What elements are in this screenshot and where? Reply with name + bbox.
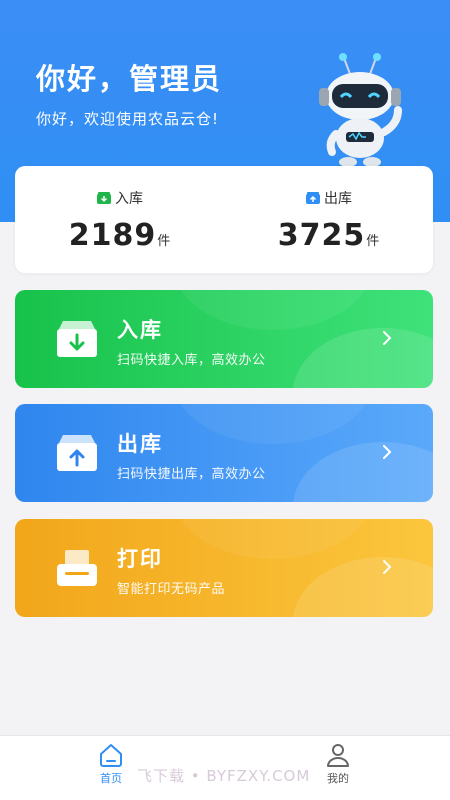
- tab-home[interactable]: 首页: [76, 742, 146, 786]
- tab-home-label: 首页: [100, 772, 122, 785]
- stat-outbound-value: 3725: [277, 218, 366, 253]
- printer-icon: [57, 550, 97, 586]
- outbound-card-button[interactable]: 出库 扫码快捷出库，高效办公: [15, 404, 433, 502]
- outbound-card-desc: 扫码快捷出库，高效办公: [117, 467, 266, 482]
- tab-me-label: 我的: [327, 772, 349, 785]
- stat-outbound: 出库 3725 件: [224, 188, 433, 253]
- stat-inbound: 入库 2189 件: [15, 188, 224, 253]
- stat-outbound-unit: 件: [366, 234, 380, 249]
- robot-mascot-icon: [319, 53, 402, 167]
- greeting-title: 你好，管理员: [36, 62, 223, 96]
- print-card-title: 打印: [117, 547, 163, 571]
- stat-inbound-value: 2189: [68, 218, 157, 253]
- user-icon: [327, 744, 349, 767]
- tab-me[interactable]: 我的: [303, 742, 373, 786]
- chevron-right-icon: [383, 331, 392, 345]
- watermark-text: 飞下载 • BYFZXY.COM: [137, 767, 311, 785]
- home-icon: [100, 744, 122, 767]
- print-card-desc: 智能打印无码产品: [117, 582, 226, 597]
- inbound-card-button[interactable]: 入库 扫码快捷入库，高效办公: [15, 290, 433, 388]
- inbound-card-desc: 扫码快捷入库，高效办公: [117, 353, 266, 368]
- stat-inbound-label: 入库: [115, 191, 143, 207]
- print-card-button[interactable]: 打印 智能打印无码产品: [15, 519, 433, 617]
- greeting-subtitle: 你好，欢迎使用农品云仓!: [36, 110, 220, 128]
- box-up-arrow-icon: [57, 435, 97, 471]
- box-in-icon: [97, 192, 111, 204]
- stats-card: 入库 2189 件 出库 3725 件: [15, 166, 433, 273]
- box-out-icon: [306, 192, 320, 204]
- inbound-card-title: 入库: [117, 318, 163, 342]
- outbound-card-title: 出库: [117, 432, 163, 456]
- box-down-arrow-icon: [57, 321, 97, 357]
- stat-outbound-label: 出库: [324, 191, 352, 207]
- chevron-right-icon: [383, 445, 392, 459]
- chevron-right-icon: [383, 560, 392, 574]
- stat-inbound-unit: 件: [157, 234, 171, 249]
